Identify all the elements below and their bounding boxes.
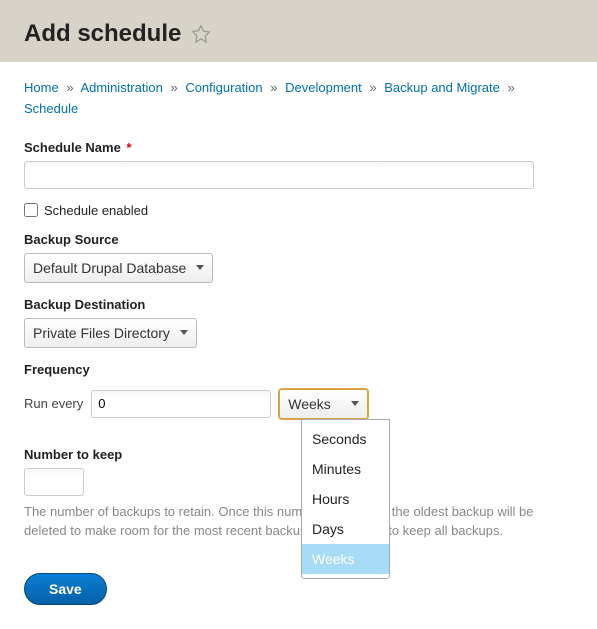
content-area: Home » Administration » Configuration » … xyxy=(0,62,597,629)
page-title: Add schedule xyxy=(24,20,181,48)
chevron-down-icon xyxy=(351,401,359,406)
breadcrumb-sep: » xyxy=(166,80,181,95)
breadcrumb-development[interactable]: Development xyxy=(285,80,362,95)
schedule-name-label-text: Schedule Name xyxy=(24,140,121,155)
breadcrumb-sep: » xyxy=(62,80,77,95)
schedule-enabled-label: Schedule enabled xyxy=(44,203,148,218)
backup-source-selected: Default Drupal Database xyxy=(33,260,186,276)
frequency-prefix: Run every xyxy=(24,396,83,411)
backup-source-label: Backup Source xyxy=(24,232,119,247)
frequency-option-weeks[interactable]: Weeks xyxy=(302,544,389,574)
backup-source-row: Backup Source Default Drupal Database xyxy=(24,232,573,283)
number-to-keep-help: The number of backups to retain. Once th… xyxy=(24,502,573,541)
save-button[interactable]: Save xyxy=(24,573,107,605)
breadcrumb-sep: » xyxy=(365,80,380,95)
chevron-down-icon xyxy=(180,330,188,335)
frequency-option-seconds[interactable]: Seconds xyxy=(302,424,389,454)
frequency-unit-dropdown: Seconds Minutes Hours Days Weeks xyxy=(301,419,390,579)
breadcrumb-schedule[interactable]: Schedule xyxy=(24,101,78,116)
breadcrumb-home[interactable]: Home xyxy=(24,80,59,95)
schedule-enabled-checkbox[interactable] xyxy=(24,203,38,217)
frequency-value-input[interactable] xyxy=(91,390,271,418)
breadcrumb-sep: » xyxy=(266,80,281,95)
schedule-name-input[interactable] xyxy=(24,161,534,189)
star-icon[interactable] xyxy=(191,24,211,44)
frequency-option-days[interactable]: Days xyxy=(302,514,389,544)
schedule-name-label: Schedule Name * xyxy=(24,140,132,155)
frequency-option-minutes[interactable]: Minutes xyxy=(302,454,389,484)
backup-destination-label: Backup Destination xyxy=(24,297,145,312)
page-header: Add schedule xyxy=(0,0,597,62)
breadcrumb: Home » Administration » Configuration » … xyxy=(24,78,573,120)
schedule-name-row: Schedule Name * xyxy=(24,140,573,189)
schedule-enabled-row: Schedule enabled xyxy=(24,203,573,218)
frequency-row: Frequency Run every Weeks Seconds Minute… xyxy=(24,362,573,419)
breadcrumb-administration[interactable]: Administration xyxy=(80,80,162,95)
frequency-unit-selected: Weeks xyxy=(288,396,331,412)
number-to-keep-row: Number to keep The number of backups to … xyxy=(24,447,573,541)
breadcrumb-configuration[interactable]: Configuration xyxy=(185,80,262,95)
backup-source-select[interactable]: Default Drupal Database xyxy=(24,253,213,283)
breadcrumb-sep: » xyxy=(503,80,518,95)
breadcrumb-backup-migrate[interactable]: Backup and Migrate xyxy=(384,80,500,95)
frequency-label: Frequency xyxy=(24,362,90,377)
backup-destination-select[interactable]: Private Files Directory xyxy=(24,318,197,348)
required-marker: * xyxy=(126,140,131,155)
backup-destination-row: Backup Destination Private Files Directo… xyxy=(24,297,573,348)
backup-destination-selected: Private Files Directory xyxy=(33,325,170,341)
frequency-controls: Run every Weeks Seconds Minutes Hours Da… xyxy=(24,389,573,419)
chevron-down-icon xyxy=(196,265,204,270)
frequency-option-hours[interactable]: Hours xyxy=(302,484,389,514)
frequency-unit-select[interactable]: Weeks xyxy=(279,389,368,419)
number-to-keep-label: Number to keep xyxy=(24,447,122,462)
number-to-keep-input[interactable] xyxy=(24,468,84,496)
